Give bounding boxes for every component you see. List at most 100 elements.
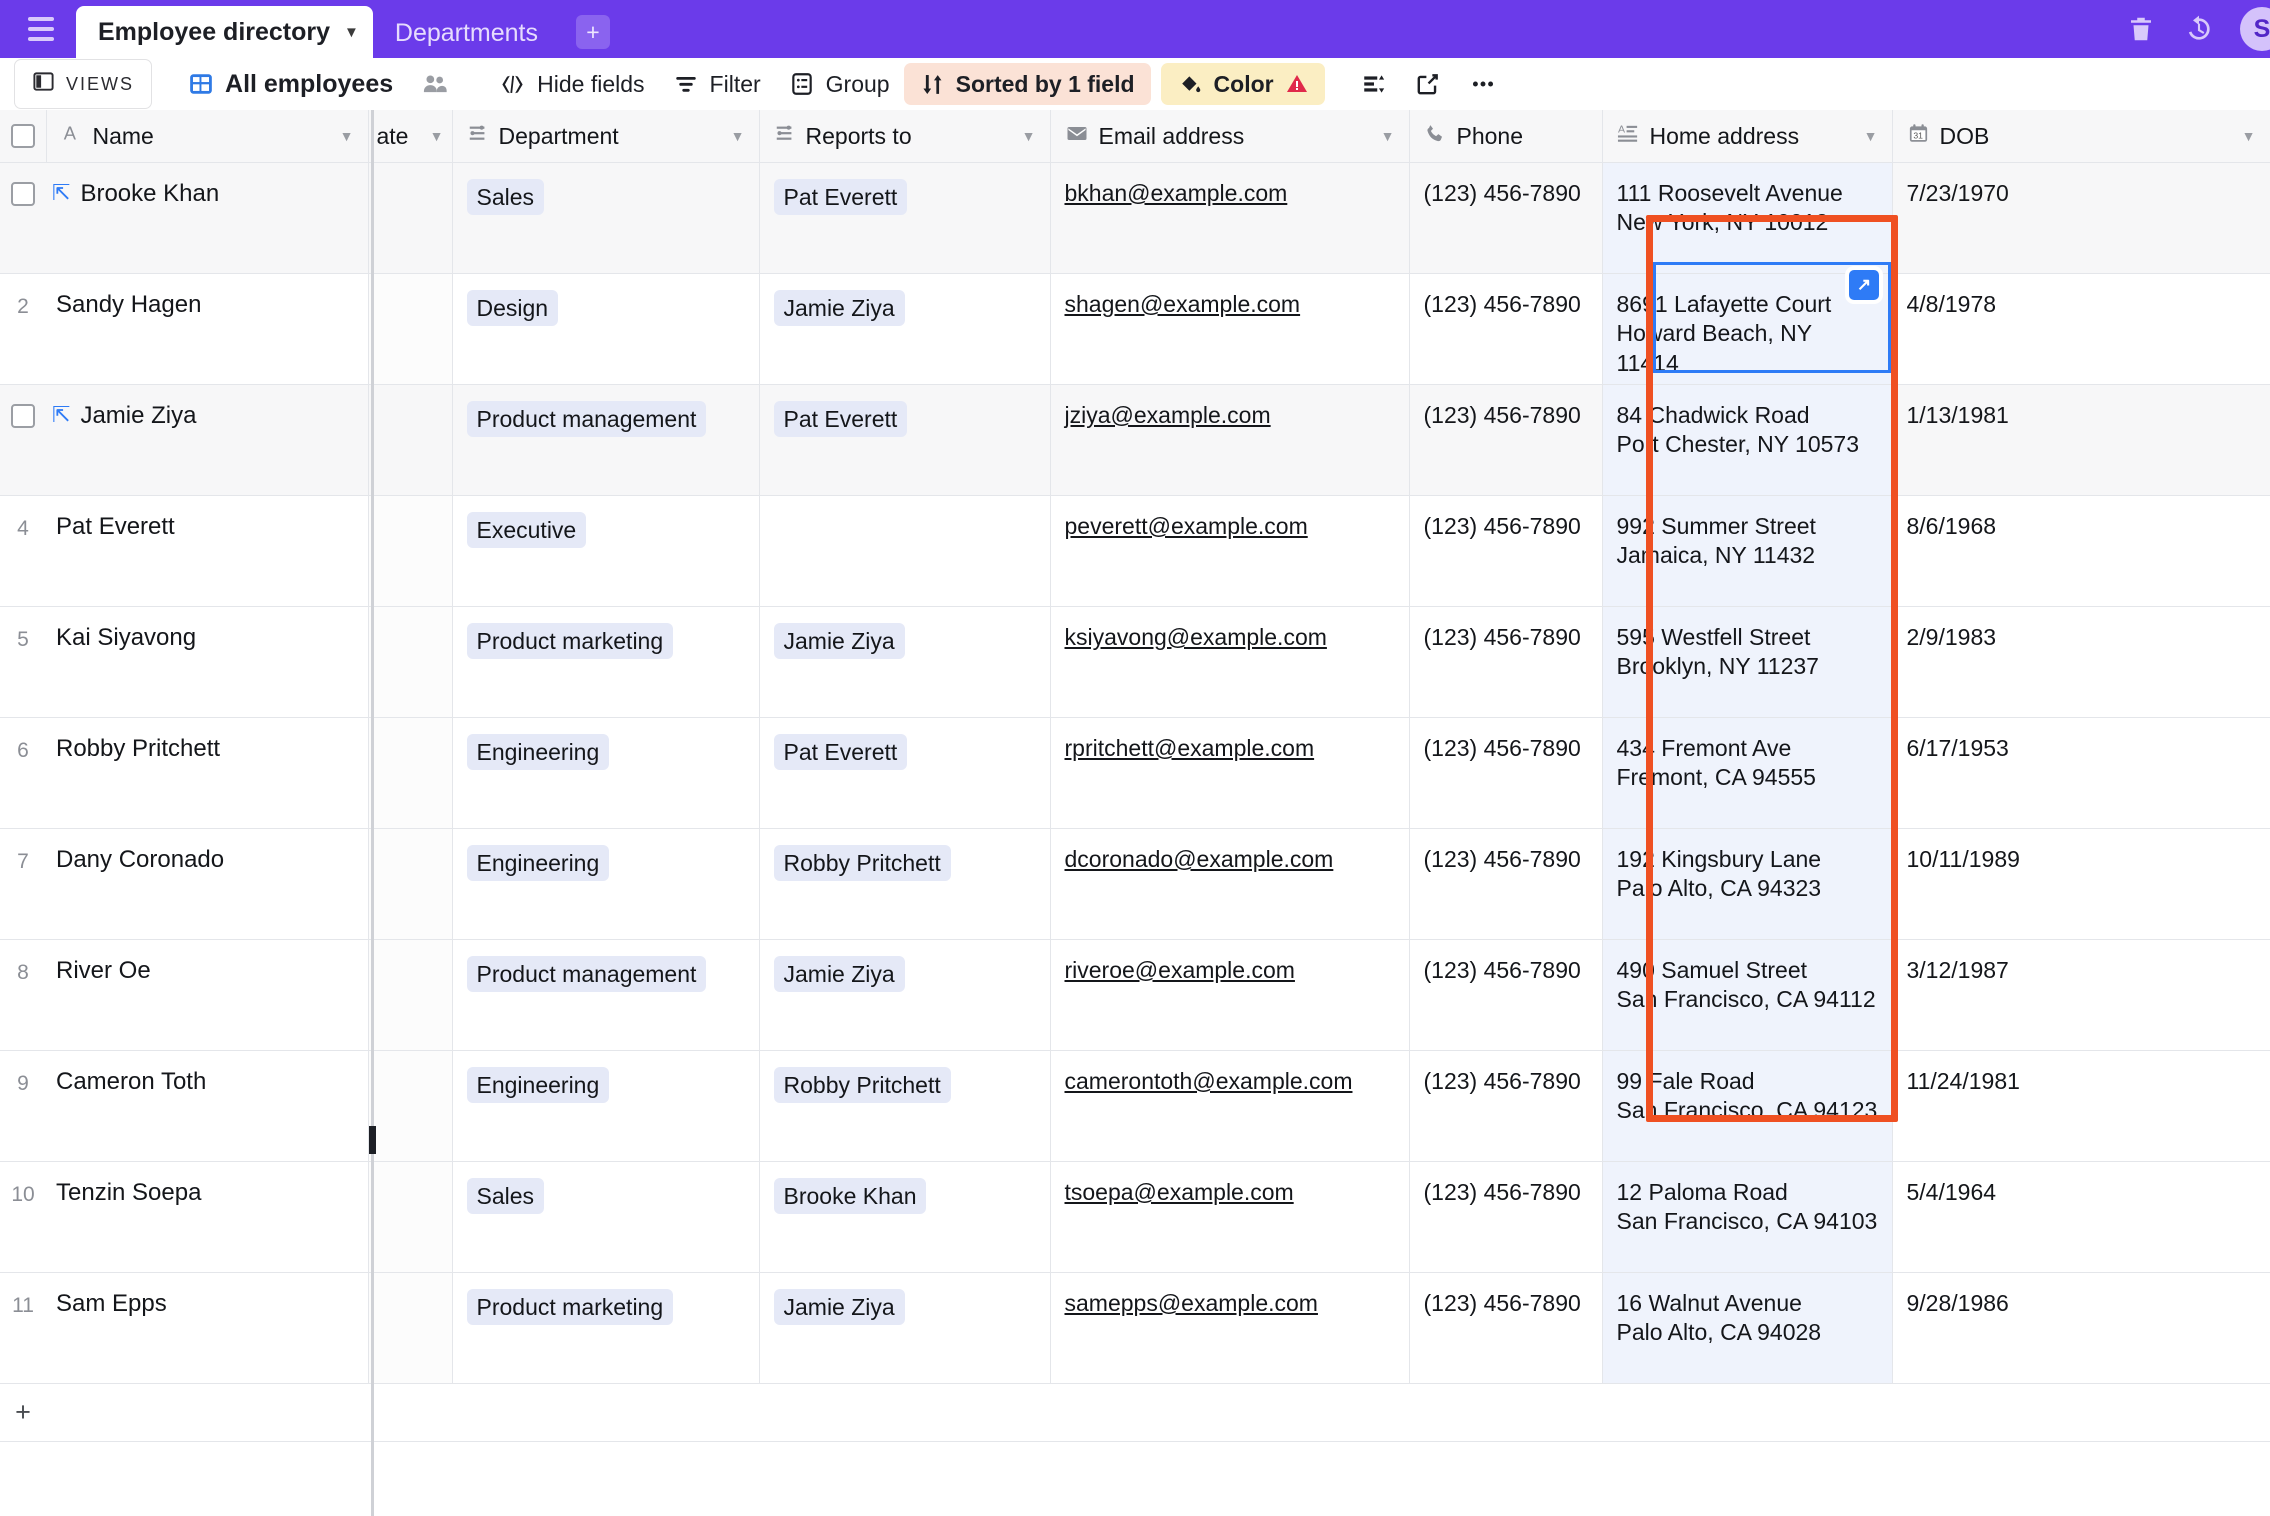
email-link[interactable]: bkhan@example.com <box>1065 180 1288 206</box>
cell-dob[interactable]: 9/28/1986 <box>1892 1272 2270 1384</box>
add-row-button[interactable]: + <box>0 1384 2270 1442</box>
cell-name[interactable]: River Oe <box>46 939 369 1051</box>
cell-name[interactable]: Sandy Hagen <box>46 273 369 385</box>
table-row[interactable]: 7 Dany Coronado Engineering Robby Pritchett… <box>0 828 2270 940</box>
column-header-email[interactable]: Email address ▼ <box>1050 110 1410 163</box>
cell-name[interactable]: ⇱ Brooke Khan <box>46 162 369 274</box>
row-checkbox[interactable] <box>11 404 35 428</box>
chevron-down-icon[interactable]: ▼ <box>430 128 444 144</box>
cell-department[interactable]: Executive <box>452 495 760 607</box>
cell-dob[interactable]: 3/12/1987 <box>1892 939 2270 1051</box>
cell-start-date[interactable] <box>368 828 453 940</box>
cell-start-date[interactable] <box>368 1161 453 1273</box>
table-row[interactable]: 4 Pat Everett Executive peverett@example.co… <box>0 495 2270 607</box>
cell-name[interactable]: Pat Everett <box>46 495 369 607</box>
cell-department[interactable]: Product marketing <box>452 1272 760 1384</box>
table-row[interactable]: 6 Robby Pritchett Engineering Pat Everett rp… <box>0 717 2270 829</box>
cell-department[interactable]: Product management <box>452 384 760 496</box>
hamburger-icon[interactable] <box>18 0 64 58</box>
trash-icon[interactable] <box>2124 12 2158 46</box>
cell-email[interactable]: dcoronado@example.com <box>1050 828 1410 940</box>
select-all-checkbox[interactable] <box>10 124 35 148</box>
history-icon[interactable] <box>2182 12 2216 46</box>
row-selector-cell[interactable]: 7 <box>0 828 46 940</box>
cell-home-address[interactable]: 99 Fale Road San Francisco, CA 94123 <box>1602 1050 1893 1162</box>
cell-dob[interactable]: 5/4/1964 <box>1892 1161 2270 1273</box>
cell-email[interactable]: jziya@example.com <box>1050 384 1410 496</box>
cell-name[interactable]: Robby Pritchett <box>46 717 369 829</box>
cell-start-date[interactable] <box>368 717 453 829</box>
filter-button[interactable]: Filter <box>659 63 775 105</box>
frozen-column-divider[interactable] <box>371 110 374 1516</box>
cell-start-date[interactable] <box>368 273 453 385</box>
row-checkbox[interactable] <box>11 182 35 206</box>
column-header-start-date[interactable]: ate ▼ <box>368 110 453 163</box>
cell-start-date[interactable] <box>368 162 453 274</box>
cell-reports-to[interactable]: Brooke Khan <box>759 1161 1051 1273</box>
cell-home-address[interactable]: 84 Chadwick Road Port Chester, NY 10573 <box>1602 384 1893 496</box>
cell-dob[interactable]: 10/11/1989 <box>1892 828 2270 940</box>
column-header-department[interactable]: Department ▼ <box>452 110 760 163</box>
hide-fields-button[interactable]: Hide fields <box>485 63 658 105</box>
cell-email[interactable]: riveroe@example.com <box>1050 939 1410 1051</box>
cell-name[interactable]: Dany Coronado <box>46 828 369 940</box>
cell-home-address[interactable]: 490 Samuel Street San Francisco, CA 94112 <box>1602 939 1893 1051</box>
cell-start-date[interactable] <box>368 939 453 1051</box>
cell-email[interactable]: rpritchett@example.com <box>1050 717 1410 829</box>
cell-phone[interactable]: (123) 456-7890 <box>1409 162 1603 274</box>
cell-phone[interactable]: (123) 456-7890 <box>1409 273 1603 385</box>
row-selector-cell[interactable] <box>0 162 46 274</box>
cell-reports-to[interactable]: Pat Everett <box>759 717 1051 829</box>
cell-department[interactable]: Design <box>452 273 760 385</box>
row-selector-cell[interactable]: 10 <box>0 1161 46 1273</box>
chevron-down-icon[interactable]: ▼ <box>731 128 745 144</box>
cell-department[interactable]: Engineering <box>452 828 760 940</box>
email-link[interactable]: ksiyavong@example.com <box>1065 624 1327 650</box>
chevron-down-icon[interactable]: ▼ <box>344 24 359 41</box>
tab-departments[interactable]: Departments <box>373 8 560 58</box>
current-view-button[interactable]: All employees <box>174 63 407 105</box>
cell-phone[interactable]: (123) 456-7890 <box>1409 828 1603 940</box>
email-link[interactable]: camerontoth@example.com <box>1065 1068 1353 1094</box>
cell-dob[interactable]: 4/8/1978 <box>1892 273 2270 385</box>
table-row[interactable]: ⇱ Jamie Ziya Product management Pat Everett… <box>0 384 2270 496</box>
cell-dob[interactable]: 7/23/1970 <box>1892 162 2270 274</box>
cell-phone[interactable]: (123) 456-7890 <box>1409 939 1603 1051</box>
cell-dob[interactable]: 1/13/1981 <box>1892 384 2270 496</box>
email-link[interactable]: jziya@example.com <box>1065 402 1271 428</box>
color-button[interactable]: Color <box>1160 63 1325 105</box>
cell-phone[interactable]: (123) 456-7890 <box>1409 1161 1603 1273</box>
table-row[interactable]: 2 Sandy Hagen Design Jamie Ziya shagen@examp… <box>0 273 2270 385</box>
cell-home-address[interactable]: 12 Paloma Road San Francisco, CA 94103 <box>1602 1161 1893 1273</box>
cell-name[interactable]: ⇱ Jamie Ziya <box>46 384 369 496</box>
row-height-button[interactable] <box>1347 63 1401 105</box>
expand-record-icon[interactable]: ⇱ <box>46 180 70 206</box>
cell-home-address[interactable]: 111 Roosevelt Avenue New York, NY 10012 <box>1602 162 1893 274</box>
chevron-down-icon[interactable]: ▼ <box>1022 128 1036 144</box>
row-selector-cell[interactable]: 11 <box>0 1272 46 1384</box>
cell-home-address[interactable]: 16 Walnut Avenue Palo Alto, CA 94028 <box>1602 1272 1893 1384</box>
table-row[interactable]: 9 Cameron Toth Engineering Robby Pritchett c… <box>0 1050 2270 1162</box>
table-row[interactable]: 11 Sam Epps Product marketing Jamie Ziya sam… <box>0 1272 2270 1384</box>
cell-reports-to[interactable]: Jamie Ziya <box>759 606 1051 718</box>
sort-button[interactable]: Sorted by 1 field <box>903 63 1151 105</box>
share-view-button[interactable] <box>1401 63 1455 105</box>
cell-department[interactable]: Engineering <box>452 1050 760 1162</box>
table-row[interactable]: 10 Tenzin Soepa Sales Brooke Khan tsoepa@exa… <box>0 1161 2270 1273</box>
row-selector-cell[interactable]: 2 <box>0 273 46 385</box>
email-link[interactable]: shagen@example.com <box>1065 291 1301 317</box>
cell-department[interactable]: Product marketing <box>452 606 760 718</box>
cell-name[interactable]: Cameron Toth <box>46 1050 369 1162</box>
chevron-down-icon[interactable]: ▼ <box>2242 128 2256 144</box>
cell-home-address[interactable]: 595 Westfell Street Brooklyn, NY 11237 <box>1602 606 1893 718</box>
cell-start-date[interactable] <box>368 384 453 496</box>
cell-reports-to[interactable]: Jamie Ziya <box>759 939 1051 1051</box>
expand-record-icon[interactable]: ⇱ <box>46 402 70 428</box>
cell-phone[interactable]: (123) 456-7890 <box>1409 495 1603 607</box>
column-header-name[interactable]: A Name ▼ <box>46 110 369 163</box>
group-button[interactable]: Group <box>775 63 904 105</box>
email-link[interactable]: riveroe@example.com <box>1065 957 1295 983</box>
chevron-down-icon[interactable]: ▼ <box>340 128 354 144</box>
cell-reports-to[interactable]: Pat Everett <box>759 384 1051 496</box>
cell-email[interactable]: samepps@example.com <box>1050 1272 1410 1384</box>
